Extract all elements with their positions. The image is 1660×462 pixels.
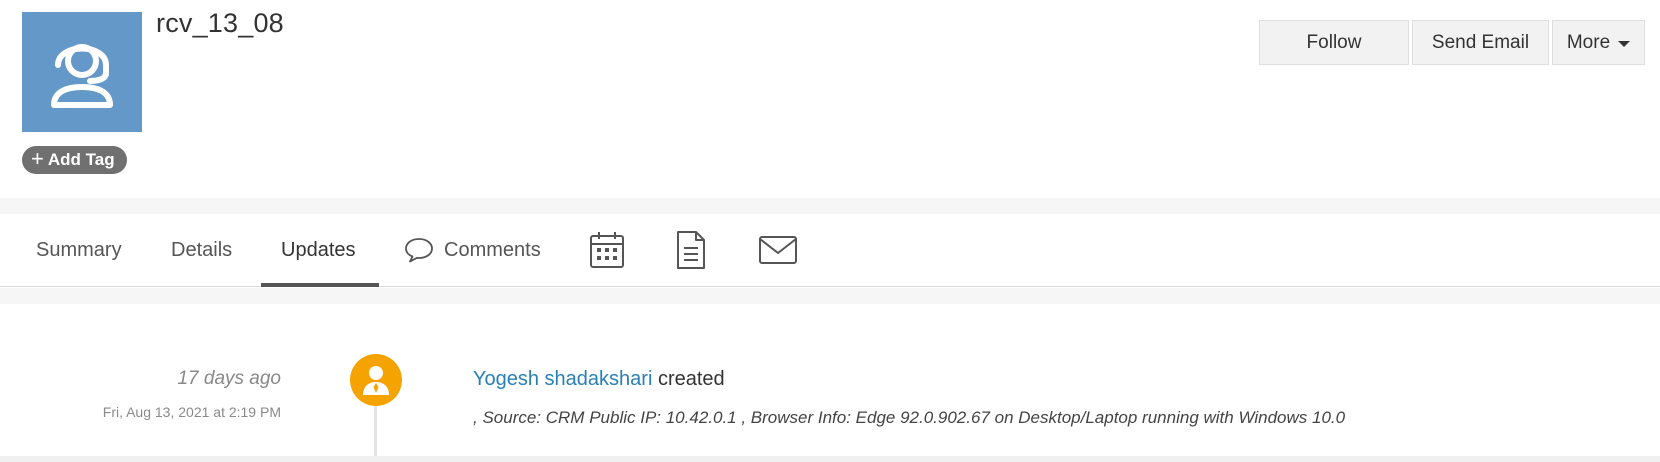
tab-summary[interactable]: Summary bbox=[36, 214, 122, 286]
section-divider bbox=[0, 456, 1660, 462]
update-timestamp: Fri, Aug 13, 2021 at 2:19 PM bbox=[102, 404, 281, 420]
tab-comments-label: Comments bbox=[444, 238, 541, 261]
envelope-icon bbox=[759, 236, 797, 264]
active-tab-indicator bbox=[261, 283, 379, 287]
headset-user-icon bbox=[51, 44, 113, 108]
update-title: Yogesh shadakshari created bbox=[473, 368, 725, 391]
tab-updates[interactable]: Updates bbox=[281, 214, 356, 286]
update-action: created bbox=[657, 368, 725, 390]
plus-icon: + bbox=[31, 146, 44, 171]
section-divider bbox=[0, 288, 1660, 304]
user-avatar bbox=[350, 354, 402, 406]
follow-button[interactable]: Follow bbox=[1259, 20, 1409, 65]
updates-timeline: 17 days ago Fri, Aug 13, 2021 at 2:19 PM… bbox=[0, 304, 1660, 458]
section-divider bbox=[0, 198, 1660, 214]
more-button[interactable]: More bbox=[1552, 20, 1645, 65]
header-actions: Follow Send Email More bbox=[1259, 20, 1645, 65]
add-tag-button[interactable]: + Add Tag bbox=[22, 146, 127, 174]
tab-comments[interactable]: Comments bbox=[404, 214, 541, 286]
user-icon bbox=[363, 366, 389, 395]
tab-activities[interactable] bbox=[589, 214, 625, 286]
add-tag-label: Add Tag bbox=[47, 150, 115, 169]
send-email-button[interactable]: Send Email bbox=[1412, 20, 1549, 65]
tab-documents[interactable] bbox=[676, 214, 706, 286]
document-icon bbox=[677, 231, 705, 269]
tab-bar: Summary Details Updates Comments bbox=[0, 214, 1660, 287]
speech-bubble-icon bbox=[405, 238, 433, 263]
update-detail: , Source: CRM Public IP: 10.42.0.1 , Bro… bbox=[473, 408, 1346, 427]
update-user-link[interactable]: Yogesh shadakshari bbox=[473, 368, 652, 390]
calendar-icon bbox=[590, 232, 624, 268]
caret-down-icon bbox=[1618, 40, 1631, 47]
record-name: rcv_13_08 bbox=[156, 8, 284, 38]
record-header: rcv_13_08 + Add Tag Follow Send Email Mo… bbox=[0, 0, 1660, 198]
update-time-ago: 17 days ago bbox=[177, 368, 281, 389]
tab-emails[interactable] bbox=[758, 214, 798, 286]
record-avatar bbox=[22, 12, 142, 132]
more-label: More bbox=[1566, 31, 1611, 53]
tab-details[interactable]: Details bbox=[171, 214, 232, 286]
